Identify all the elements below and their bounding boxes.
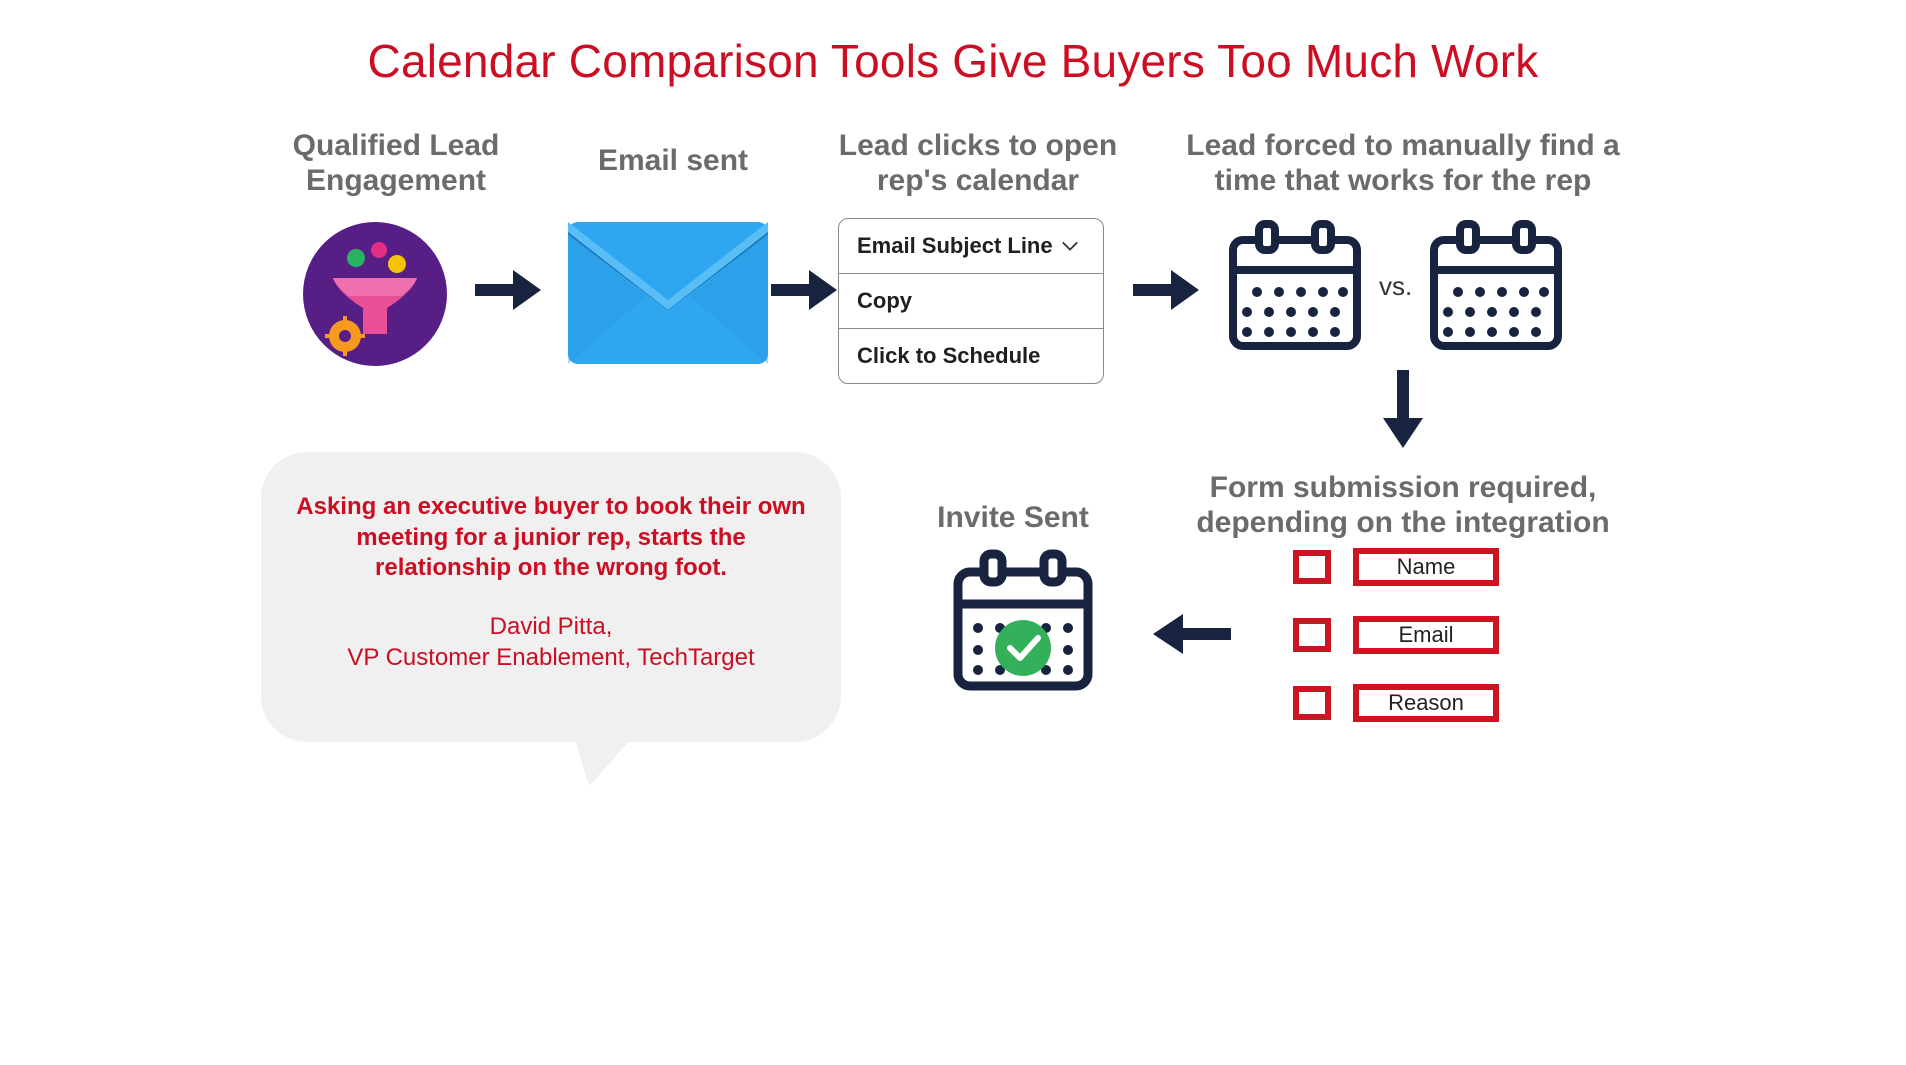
envelope-icon [568,222,768,364]
arrow-left [1153,614,1231,654]
step-label-lead-forced: Lead forced to manually find a time that… [1153,128,1653,199]
quote-role: VP Customer Enablement, TechTarget [295,643,807,674]
step-label-lead-clicks: Lead clicks to open rep's calendar [823,128,1133,199]
checkbox-icon [1293,618,1331,652]
step-label-lead-engagement: Qualified Lead Engagement [261,128,531,199]
quote-text: Asking an executive buyer to book their … [295,492,807,584]
calendar-comparison: vs. [1225,216,1566,356]
form-row-name: Name [1293,548,1499,586]
arrow-right-1 [475,270,541,310]
form-field-reason: Reason [1353,684,1499,722]
email-preview-card: Email Subject Line Copy Click to Schedul… [838,218,1104,384]
form-fields: Name Email Reason [1293,548,1499,722]
quote-attribution: David Pitta, VP Customer Enablement, Tec… [295,612,807,673]
quote-bubble: Asking an executive buyer to book their … [261,452,841,742]
vs-label: vs. [1379,271,1412,302]
email-subject-row: Email Subject Line [839,219,1103,274]
chevron-down-icon [1061,237,1079,255]
step-label-email-sent: Email sent [568,143,778,178]
funnel-icon [301,220,449,368]
arrow-down [1383,370,1423,448]
form-row-reason: Reason [1293,684,1499,722]
email-copy-text: Copy [857,288,912,314]
calendar-icon-left [1225,216,1365,356]
slide-title: Calendar Comparison Tools Give Buyers To… [213,34,1693,88]
checkbox-icon [1293,550,1331,584]
form-field-email: Email [1353,616,1499,654]
calendar-icon-right [1426,216,1566,356]
email-copy-row: Copy [839,274,1103,329]
form-row-email: Email [1293,616,1499,654]
arrow-right-3 [1133,270,1199,310]
slide: Calendar Comparison Tools Give Buyers To… [213,0,1693,832]
step-label-form-required: Form submission required, depending on t… [1173,470,1633,541]
step-label-invite-sent: Invite Sent [903,500,1123,535]
email-schedule-text: Click to Schedule [857,343,1040,369]
quote-author: David Pitta, [295,612,807,643]
arrow-right-2 [771,270,837,310]
calendar-check-icon [948,546,1098,696]
email-subject-text: Email Subject Line [857,233,1053,259]
email-schedule-row: Click to Schedule [839,329,1103,383]
form-field-name: Name [1353,548,1499,586]
checkbox-icon [1293,686,1331,720]
